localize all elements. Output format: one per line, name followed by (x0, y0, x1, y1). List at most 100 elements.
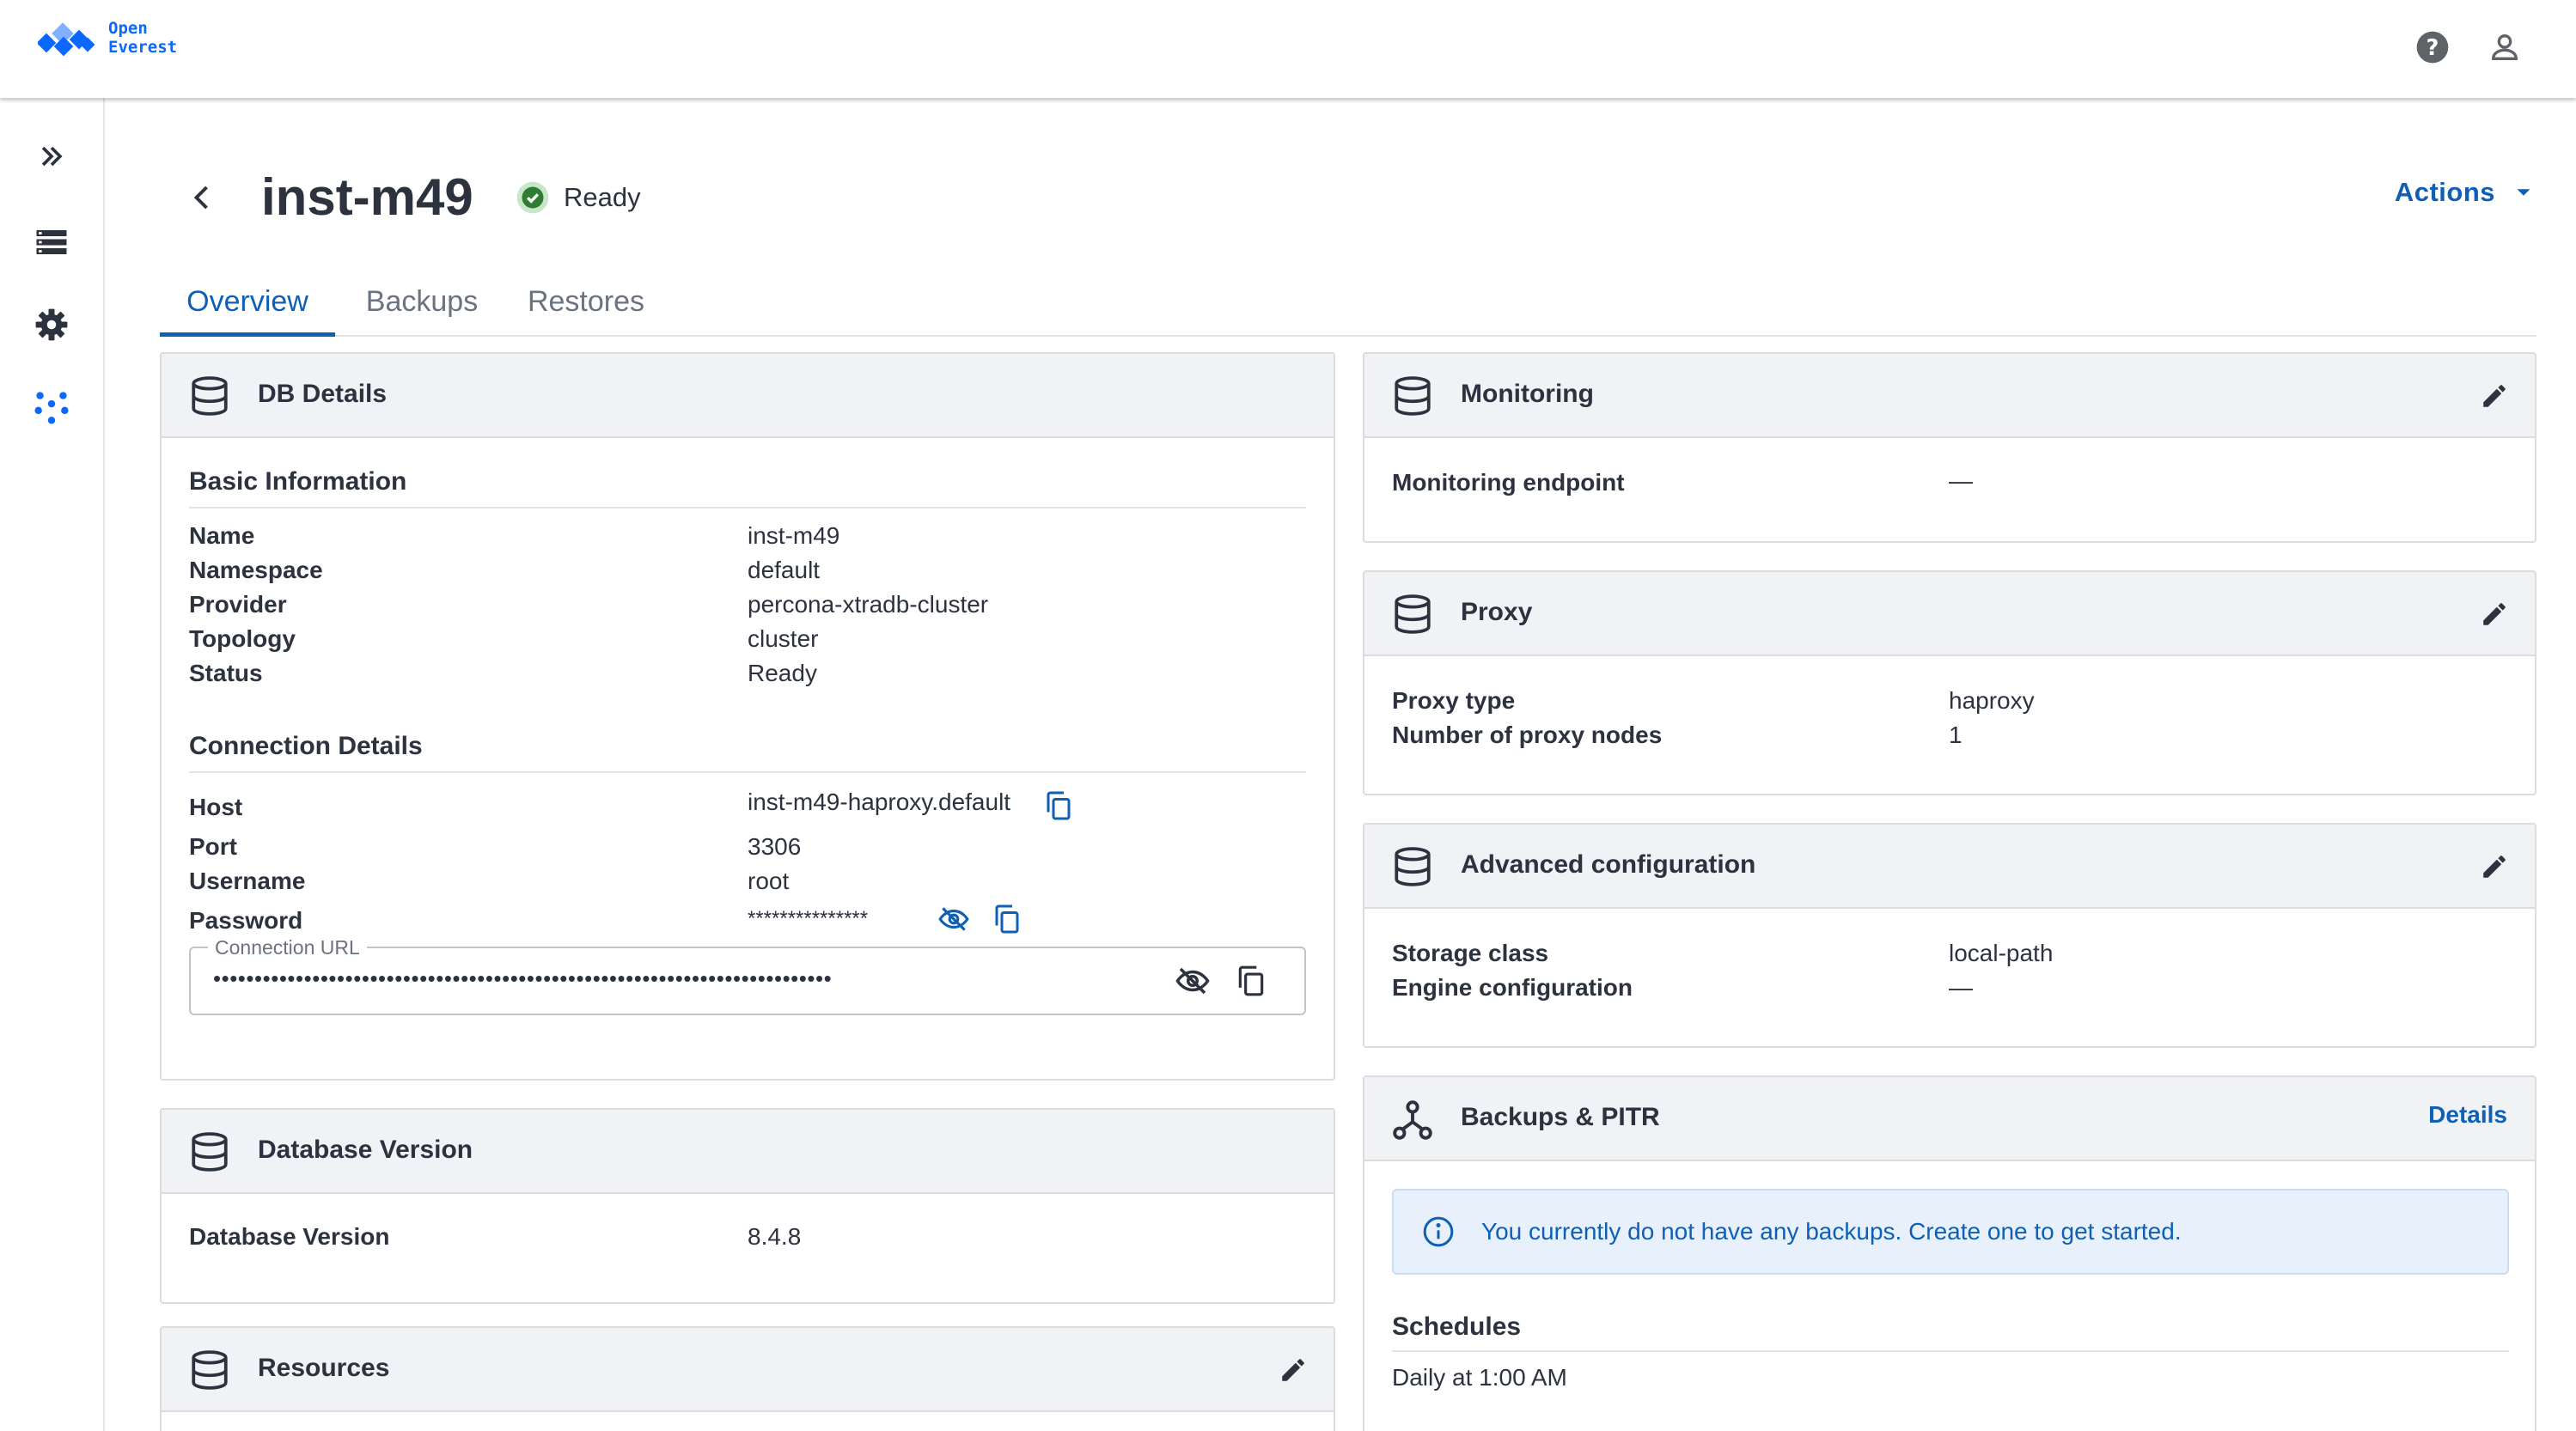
database-icon (1395, 847, 1431, 886)
db-details-card: DB Details Basic Information Name inst-m… (160, 352, 1335, 1081)
connection-url-label: Connection URL (208, 936, 367, 959)
divider (189, 507, 1306, 508)
tab-backups[interactable]: Backups (347, 266, 497, 337)
card-title: Database Version (258, 1136, 473, 1164)
copy-icon (1238, 965, 1264, 996)
tab-overview[interactable]: Overview (160, 266, 335, 337)
engine-configuration-value: — (1949, 974, 1973, 1001)
backups-details-link[interactable]: Details (2428, 1101, 2507, 1129)
help-button[interactable]: ? (2408, 22, 2457, 72)
edit-resources-button[interactable] (1275, 1352, 1311, 1388)
card-title: Monitoring (1461, 380, 1594, 408)
openeverest-logo[interactable]: Open Everest (38, 17, 177, 58)
password-value: *************** (748, 907, 869, 930)
chevron-left-icon (193, 186, 208, 210)
back-button[interactable] (177, 172, 229, 223)
proxy-type-label: Proxy type (1392, 687, 1516, 714)
check-circle-icon (516, 181, 549, 214)
copy-icon (1047, 791, 1071, 820)
engine-configuration-label: Engine configuration (1392, 974, 1633, 1001)
resources-card: Resources (160, 1326, 1335, 1431)
card-title: Proxy (1461, 598, 1533, 626)
proxy-type-value: haproxy (1949, 687, 2035, 714)
host-value: inst-m49-haproxy.default (748, 789, 1011, 815)
backups-pitr-card: Backups & PITR Details You currently do … (1363, 1075, 2536, 1431)
copy-password-button[interactable] (988, 900, 1026, 938)
edit-advanced-configuration-button[interactable] (2476, 849, 2512, 885)
tab-restores[interactable]: Restores (512, 266, 660, 337)
proxy-nodes-label: Number of proxy nodes (1392, 722, 1663, 748)
card-header: Monitoring (1364, 354, 2535, 438)
card-header: Proxy (1364, 572, 2535, 656)
info-icon (1423, 1216, 1454, 1247)
topology-label: Topology (189, 625, 296, 652)
database-icon (192, 1132, 228, 1172)
copy-icon (995, 904, 1019, 934)
card-title: Advanced configuration (1461, 850, 1756, 879)
profile-button[interactable] (2480, 22, 2530, 72)
edit-monitoring-button[interactable] (2476, 378, 2512, 414)
divider (189, 771, 1306, 773)
no-backups-text: You currently do not have any backups. C… (1481, 1218, 2182, 1245)
status-label: Status (189, 660, 263, 686)
database-version-value: 8.4.8 (748, 1223, 802, 1250)
sidebar-item-clusters[interactable] (19, 374, 84, 440)
status-value: Ready (748, 660, 817, 686)
storage-class-value: local-path (1949, 940, 2054, 966)
actions-label: Actions (2394, 177, 2495, 207)
eye-off-icon (1175, 967, 1210, 995)
advanced-configuration-card: Advanced configuration Storage class loc… (1363, 823, 2536, 1048)
port-value: 3306 (748, 833, 802, 860)
cluster-nodes-icon (34, 392, 69, 424)
provider-label: Provider (189, 591, 287, 618)
copy-host-button[interactable] (1040, 787, 1077, 825)
toggle-url-visibility-button[interactable] (1174, 962, 1212, 1000)
pencil-icon (2483, 856, 2506, 878)
database-version-label: Database Version (189, 1223, 390, 1250)
edit-proxy-button[interactable] (2476, 596, 2512, 632)
pencil-icon (1282, 1359, 1304, 1381)
gear-icon (35, 308, 68, 341)
namespace-label: Namespace (189, 557, 323, 583)
sidebar (0, 98, 105, 1431)
caret-down-icon (2517, 189, 2530, 196)
card-header: Resources (162, 1328, 1334, 1412)
logo-text: Open Everest (108, 19, 177, 57)
active-tab-indicator (160, 332, 335, 337)
schedule-item: Daily at 1:00 AM (1392, 1364, 1567, 1391)
card-header: Advanced configuration (1364, 825, 2535, 909)
card-title: Resources (258, 1354, 390, 1382)
sidebar-item-settings[interactable] (19, 292, 84, 357)
card-title: DB Details (258, 380, 388, 408)
logo-icon (38, 22, 95, 57)
toggle-password-visibility-button[interactable] (935, 900, 973, 938)
connection-url-value: ••••••••••••••••••••••••••••••••••••••••… (213, 965, 833, 991)
status-text: Ready (564, 182, 641, 212)
copy-url-button[interactable] (1232, 962, 1270, 1000)
database-icon (1395, 594, 1431, 634)
schedules-title: Schedules (1392, 1312, 1522, 1341)
app-bar: Open Everest ? (0, 0, 2576, 98)
host-label: Host (189, 794, 243, 820)
card-title: Backups & PITR (1461, 1103, 1660, 1131)
actions-button[interactable]: Actions (2395, 177, 2536, 208)
main-content: inst-m49 Ready Actions Overview Backups … (160, 98, 2536, 1431)
monitoring-endpoint-label: Monitoring endpoint (1392, 469, 1625, 496)
database-version-card: Database Version Database Version 8.4.8 (160, 1108, 1335, 1304)
sidebar-item-databases[interactable] (19, 210, 84, 275)
database-icon (192, 376, 228, 416)
proxy-nodes-value: 1 (1949, 722, 1963, 748)
password-label: Password (189, 907, 303, 934)
card-header: Database Version (162, 1110, 1334, 1194)
eye-off-icon (938, 907, 969, 931)
pencil-icon (2483, 385, 2506, 407)
database-icon (192, 1350, 228, 1390)
username-value: root (748, 868, 790, 894)
expand-sidebar-button[interactable] (19, 124, 84, 189)
divider (1392, 1350, 2509, 1352)
topology-value: cluster (748, 625, 819, 652)
page-header: inst-m49 Ready Actions (160, 165, 2536, 230)
card-header: Backups & PITR Details (1364, 1077, 2535, 1161)
name-label: Name (189, 522, 255, 549)
connection-url-field[interactable]: Connection URL •••••••••••••••••••••••••… (189, 936, 1306, 1015)
